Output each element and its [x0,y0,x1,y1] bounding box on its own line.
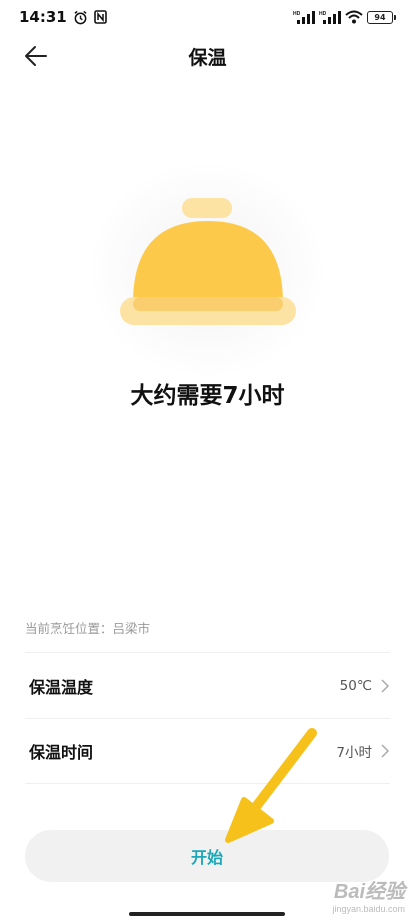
status-time: 14:31 [19,8,67,26]
setting-right: 7小时 [336,741,390,761]
setting-value: 7小时 [336,745,372,761]
chevron-right-icon [381,679,390,693]
cooking-location: 当前烹饪位置：吕梁市 [25,621,151,636]
status-left: 14:31 [19,8,107,26]
signal1-label: HD [293,11,301,17]
page-title: 保温 [188,46,227,69]
header: 保温 [0,34,415,78]
setting-row-temperature[interactable]: 保温温度 50℃ [25,654,390,718]
home-indicator[interactable] [129,912,285,916]
setting-row-time[interactable]: 保温时间 7小时 [25,719,390,783]
setting-label: 保温时间 [29,743,94,762]
divider [25,783,390,784]
duration-text: 大约需要7小时 [130,383,285,409]
start-button-label: 开始 [190,848,223,867]
nfc-icon [93,10,107,24]
status-bar: 14:31 HD HD 94 [0,0,415,34]
setting-label: 保温温度 [29,678,94,697]
chevron-right-icon [381,744,390,758]
setting-value: 50℃ [339,678,372,694]
setting-right: 50℃ [340,678,390,694]
back-button[interactable] [22,43,50,69]
wifi-icon [345,10,363,24]
watermark-sub: jingyan.baidu.com [332,904,405,914]
watermark: Bai经验 jingyan.baidu.com [332,875,405,914]
signal-icon: HD [293,11,315,24]
signal2-label: HD [319,11,327,17]
divider [25,652,390,653]
alarm-icon [74,10,87,24]
arrow-left-icon [25,46,47,66]
food-cover-icon [120,198,296,325]
status-right: HD HD 94 [293,10,396,24]
signal-icon: HD [319,11,341,24]
battery-level: 94 [374,12,386,22]
battery-icon: 94 [367,10,396,24]
watermark-main: Bai经验 [333,881,405,903]
